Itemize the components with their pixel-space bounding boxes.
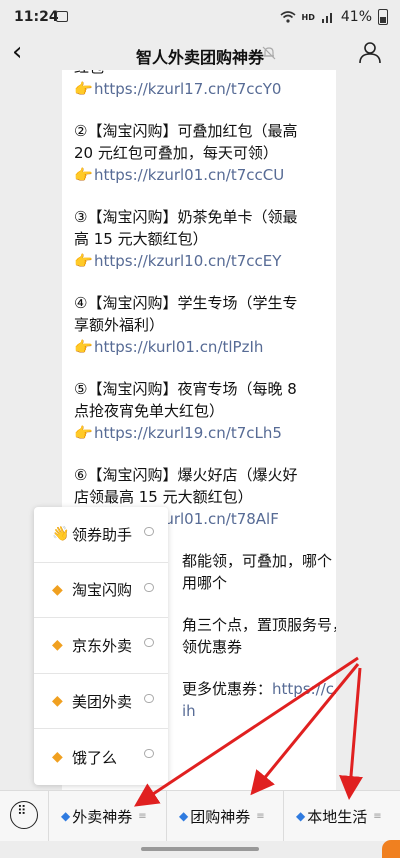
tab-label: 本地生活 <box>307 807 368 826</box>
block-text: 点抢夜宵免单大红包） <box>74 402 225 420</box>
coupon-block-5: ⑤【淘宝闪购】夜宵专场（每晚 8 点抢夜宵免单大红包） 👉https://kzu… <box>74 378 330 444</box>
battery-icon <box>378 9 388 25</box>
message-bubble-icon <box>144 693 154 703</box>
coupon-link[interactable]: 👉https://kzurl17.cn/t7ccY0 <box>74 78 330 100</box>
menu-item-meituan-takeout[interactable]: ◆ 美团外卖 <box>34 674 168 730</box>
diamond-icon: ◆ <box>179 809 189 823</box>
service-menu-bar: ◆ 外卖神券 ≡ ◆ 团购神券 ≡ ◆ 本地生活 ≡ <box>0 790 400 841</box>
diamond-icon: ◆ <box>61 809 71 823</box>
menu-item-label: 淘宝闪购 <box>72 581 133 600</box>
pointing-hand-icon: 👉 <box>74 252 93 270</box>
message-bubble-icon <box>144 582 154 592</box>
block-text: 角三个点，置顶服务号， <box>182 616 336 634</box>
block-text: 用哪个 <box>182 574 228 592</box>
block-text: 店领最高 15 元大额红包） <box>74 488 253 506</box>
nav-bar: ‹ 智人外卖团购神券 <box>0 34 400 72</box>
home-indicator[interactable] <box>141 847 259 851</box>
mute-bell-icon <box>262 46 276 60</box>
arrow-to-local-life-tab <box>339 667 363 800</box>
block-text: 20 元红包可叠加，每天可领） <box>74 144 278 162</box>
menu-item-label: 领券助手 <box>72 525 133 544</box>
tab-label: 外卖神券 <box>72 807 133 826</box>
status-right: HD 41% <box>280 9 388 25</box>
tab-group-buy-coupons[interactable]: ◆ 团购神券 ≡ <box>166 791 283 841</box>
status-bar: 11:24 HD 41% <box>0 0 400 34</box>
coupon-link[interactable]: 👉https://kzurl19.cn/t7cLh5 <box>74 422 330 444</box>
coupon-link[interactable]: 👉https://kzurl01.cn/t7ccCU <box>74 164 330 186</box>
block-text: 都能领，可叠加，哪个 <box>182 552 333 570</box>
block-text: 领优惠券 <box>182 638 243 656</box>
more-coupons-link[interactable]: https://c. <box>272 680 336 698</box>
coupon-block-4: ④【淘宝闪购】学生专场（学生专 享额外福利） 👉https://kurl01.c… <box>74 292 330 358</box>
block-text: ②【淘宝闪购】可叠加红包（最高 <box>74 122 298 140</box>
tab-takeout-coupons[interactable]: ◆ 外卖神券 ≡ <box>48 791 166 841</box>
service-menu-popup: 👋 领券助手 ◆ 淘宝闪购 ◆ 京东外卖 ◆ 美团外卖 ◆ 饿了么 <box>34 507 168 785</box>
menu-lines-icon: ≡ <box>138 810 147 822</box>
block-text: 享额外福利） <box>74 316 165 334</box>
menu-item-label: 饿了么 <box>72 748 118 767</box>
message-bubble-icon <box>144 527 154 536</box>
menu-lines-icon: ≡ <box>373 810 382 822</box>
coupon-block-1: 红包 👉https://kzurl17.cn/t7ccY0 <box>74 70 330 100</box>
diamond-icon: ◆ <box>52 749 63 766</box>
menu-item-jd-takeout[interactable]: ◆ 京东外卖 <box>34 618 168 674</box>
corner-badge-icon <box>382 840 400 858</box>
page-title: 智人外卖团购神券 <box>135 48 264 67</box>
signal-icon <box>321 13 332 23</box>
pointing-hand-icon: 👉 <box>74 424 93 442</box>
tab-local-life[interactable]: ◆ 本地生活 ≡ <box>283 791 400 841</box>
coupon-block-3: ③【淘宝闪购】奶茶免单卡（领最 高 15 元大额红包） 👉https://kzu… <box>74 206 330 272</box>
menu-item-coupon-helper[interactable]: 👋 领券助手 <box>34 507 168 563</box>
pointing-hand-icon: 👉 <box>74 166 93 184</box>
menu-lines-icon: ≡ <box>256 810 265 822</box>
network-type: HD <box>301 12 315 22</box>
coupon-link[interactable]: 👉https://kurl01.cn/tlPzIh <box>74 336 330 358</box>
menu-item-label: 美团外卖 <box>72 692 133 711</box>
gallery-notification-icon <box>56 11 68 22</box>
diamond-icon: ◆ <box>296 809 306 823</box>
keyboard-toggle-icon[interactable] <box>10 801 38 829</box>
battery-percent: 41% <box>340 9 372 25</box>
waving-hand-icon: 👋 <box>52 526 70 543</box>
block-text: ③【淘宝闪购】奶茶免单卡（领最 <box>74 208 298 226</box>
wifi-icon <box>280 11 296 23</box>
block-text: ④【淘宝闪购】学生专场（学生专 <box>74 294 298 312</box>
profile-icon[interactable] <box>358 40 382 64</box>
block-text: ih <box>182 702 196 720</box>
pointing-hand-icon: 👉 <box>74 80 93 98</box>
message-bubble-icon <box>144 638 154 648</box>
diamond-icon: ◆ <box>52 637 63 654</box>
message-bubble-icon <box>144 749 154 759</box>
status-time: 11:24 <box>14 9 59 25</box>
coupon-link[interactable]: 👉https://kzurl10.cn/t7ccEY <box>74 250 330 272</box>
pointing-hand-icon: 👉 <box>74 338 93 356</box>
coupon-block-2: ②【淘宝闪购】可叠加红包（最高 20 元红包可叠加，每天可领） 👉https:/… <box>74 120 330 186</box>
block-text: 高 15 元大额红包） <box>74 230 208 248</box>
diamond-icon: ◆ <box>52 581 63 598</box>
block-text: ⑤【淘宝闪购】夜宵专场（每晚 8 <box>74 380 297 398</box>
block-text: 更多优惠券：https://c. <box>182 678 336 700</box>
menu-item-eleme[interactable]: ◆ 饿了么 <box>34 729 168 785</box>
block-text: ⑥【淘宝闪购】爆火好店（爆火好 <box>74 466 298 484</box>
menu-item-taobao-flash[interactable]: ◆ 淘宝闪购 <box>34 563 168 619</box>
diamond-icon: ◆ <box>52 693 63 710</box>
tab-label: 团购神券 <box>190 807 251 826</box>
menu-item-label: 京东外卖 <box>72 636 133 655</box>
block-text: 红包 <box>74 70 330 78</box>
